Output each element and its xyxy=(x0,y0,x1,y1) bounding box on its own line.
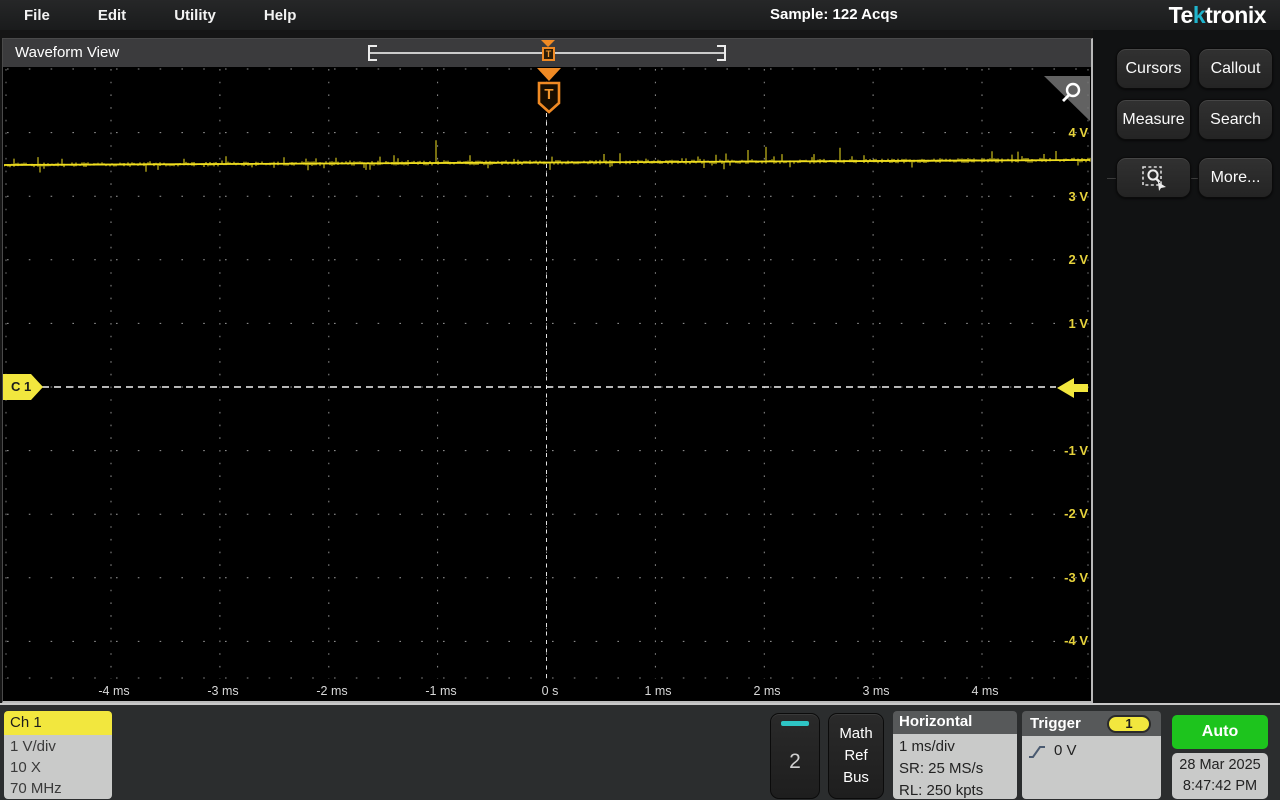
time-label-m2: -2 ms xyxy=(300,684,364,698)
more-button[interactable]: More... xyxy=(1198,157,1273,198)
volt-label-1: 1 V xyxy=(1036,316,1088,331)
ref-label: Ref xyxy=(844,745,867,767)
date-text: 28 Mar 2025 xyxy=(1179,755,1260,776)
time-label-1: 1 ms xyxy=(626,684,690,698)
trigger-level: 0 V xyxy=(1054,740,1077,762)
bottom-bar: Ch 1 1 V/div 10 X 70 MHz 2 Math Ref Bus … xyxy=(0,703,1280,800)
trigger-indicator-flag[interactable]: T xyxy=(534,67,564,115)
channel2-button[interactable]: 2 xyxy=(770,713,820,799)
horizontal-position-scrollbar[interactable]: T xyxy=(368,45,726,61)
volt-label-2: 2 V xyxy=(1036,252,1088,267)
search-button[interactable]: Search xyxy=(1198,99,1273,140)
menu-file[interactable]: File xyxy=(20,7,54,24)
horizontal-title: Horizontal xyxy=(893,711,1017,734)
time-label-m1: -1 ms xyxy=(409,684,473,698)
horizontal-sample-rate: SR: 25 MS/s xyxy=(899,758,1017,780)
time-label-m3: -3 ms xyxy=(191,684,255,698)
channel1-badge[interactable]: Ch 1 1 V/div 10 X 70 MHz xyxy=(4,711,112,799)
menu-help[interactable]: Help xyxy=(260,7,301,24)
logo-text-tail: tronix xyxy=(1205,2,1266,28)
menu-edit[interactable]: Edit xyxy=(94,7,130,24)
trigger-header: Trigger 1 xyxy=(1022,711,1161,736)
waveform-view-header: Waveform View T xyxy=(3,39,1091,67)
channel1-probe: 10 X xyxy=(10,757,112,778)
box-zoom-corner-icon[interactable] xyxy=(1044,76,1090,121)
time-label-m4: -4 ms xyxy=(82,684,146,698)
time-label-4: 4 ms xyxy=(953,684,1017,698)
volt-label-m3: -3 V xyxy=(1036,570,1088,585)
time-label-0: 0 s xyxy=(518,684,582,698)
waveform-view-title: Waveform View xyxy=(15,44,119,61)
horizontal-record-length: RL: 250 kpts xyxy=(899,780,1017,799)
channel1-settings: 1 V/div 10 X 70 MHz xyxy=(4,735,112,799)
trigger-position-marker[interactable]: T xyxy=(542,47,555,61)
volt-label-4: 4 V xyxy=(1036,125,1088,140)
channel1-bandwidth: 70 MHz xyxy=(10,778,112,799)
bus-label: Bus xyxy=(843,767,869,789)
trigger-position-pointer xyxy=(541,40,555,47)
time-label-3: 3 ms xyxy=(844,684,908,698)
waveform-view-panel: Waveform View T 4 V 3 V 2 V 1 V -1 V -2 … xyxy=(2,38,1093,703)
volt-label-3: 3 V xyxy=(1036,189,1088,204)
trigger-panel[interactable]: Trigger 1 0 V xyxy=(1022,711,1161,799)
channel2-label: 2 xyxy=(789,726,801,798)
logo-text: Te xyxy=(1169,2,1193,28)
volt-label-m2: -2 V xyxy=(1036,506,1088,521)
trigger-title: Trigger xyxy=(1028,715,1081,732)
menu-utility[interactable]: Utility xyxy=(170,7,220,24)
zoom-select-button[interactable] xyxy=(1116,157,1191,198)
horizontal-scale: 1 ms/div xyxy=(899,736,1017,758)
time-label-2: 2 ms xyxy=(735,684,799,698)
math-label: Math xyxy=(839,723,872,745)
svg-text:T: T xyxy=(544,86,553,103)
trigger-source-badge: 1 xyxy=(1107,715,1151,733)
right-sidebar: Cursors Callout Measure Search More... xyxy=(1093,30,1280,703)
math-ref-bus-button[interactable]: Math Ref Bus xyxy=(828,713,884,799)
acq-mode-button[interactable]: Auto xyxy=(1172,715,1268,749)
measure-button[interactable]: Measure xyxy=(1116,99,1191,140)
rising-edge-icon xyxy=(1028,744,1046,759)
acquisition-status: Sample: 122 Acqs xyxy=(770,6,898,23)
horizontal-settings: 1 ms/div SR: 25 MS/s RL: 250 kpts xyxy=(893,734,1017,799)
volt-label-m1: -1 V xyxy=(1036,443,1088,458)
tektronix-logo: Tektronix xyxy=(1169,2,1266,29)
channel1-scale: 1 V/div xyxy=(10,736,112,757)
time-text: 8:47:42 PM xyxy=(1183,776,1257,797)
box-zoom-icon xyxy=(1141,165,1167,191)
channel1-name: Ch 1 xyxy=(4,711,112,735)
trigger-settings: 0 V xyxy=(1022,736,1161,799)
graticule-svg xyxy=(4,67,1091,703)
logo-accent-letter: k xyxy=(1193,2,1205,28)
horizontal-panel[interactable]: Horizontal 1 ms/div SR: 25 MS/s RL: 250 … xyxy=(893,711,1017,799)
cursors-button[interactable]: Cursors xyxy=(1116,48,1191,89)
volt-label-m4: -4 V xyxy=(1036,633,1088,648)
datetime-badge[interactable]: 28 Mar 2025 8:47:42 PM xyxy=(1172,753,1268,799)
menu-bar: File Edit Utility Help Sample: 122 Acqs … xyxy=(0,0,1280,30)
callout-button[interactable]: Callout xyxy=(1198,48,1273,89)
channel-level-arrow-icon[interactable] xyxy=(1055,375,1091,401)
oscilloscope-screen: File Edit Utility Help Sample: 122 Acqs … xyxy=(0,0,1280,800)
